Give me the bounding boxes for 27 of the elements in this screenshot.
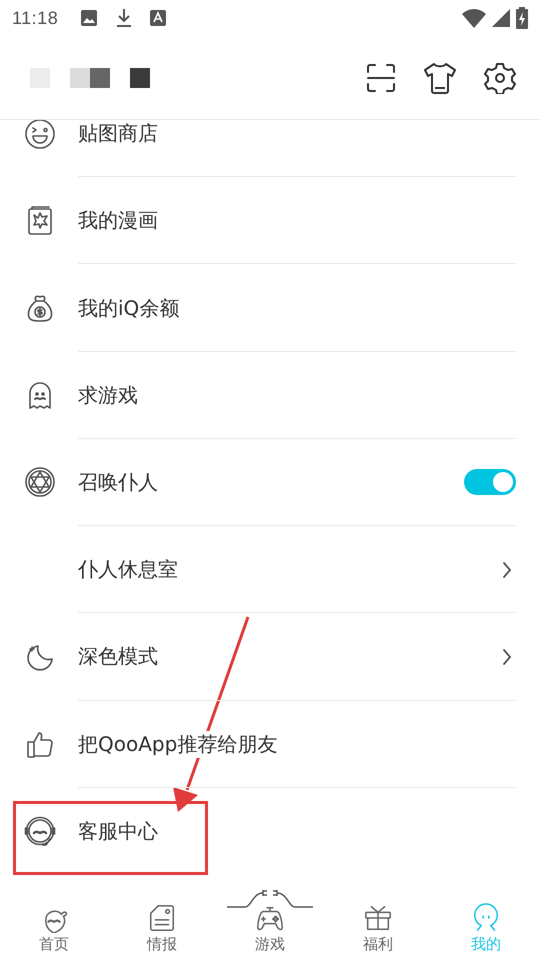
hexagram-icon	[24, 466, 56, 498]
clock-time: 11:18	[12, 8, 58, 28]
nav-tab[interactable]: 首页	[39, 903, 69, 954]
chevron-right-icon	[502, 648, 512, 666]
t-shirt-icon[interactable]	[423, 62, 457, 94]
document-icon	[147, 903, 177, 933]
nav-tab[interactable]: 游戏	[254, 903, 286, 954]
plug-cord-icon	[227, 887, 313, 909]
image-icon	[80, 9, 98, 27]
headset-icon	[24, 815, 56, 848]
nav-tab[interactable]: 福利	[363, 903, 393, 954]
pixelated-name	[70, 68, 110, 88]
settings-icon[interactable]	[484, 62, 516, 94]
wifi-icon	[462, 8, 486, 28]
pixelated-name	[130, 68, 150, 88]
menu-item-label[interactable]: 把QooApp推荐给朋友	[78, 730, 278, 758]
gift-icon	[363, 903, 393, 933]
font-icon	[150, 10, 166, 26]
smiley-icon	[24, 120, 56, 150]
signal-icon	[492, 9, 510, 27]
scan-icon[interactable]	[366, 62, 396, 92]
chevron-right-icon	[502, 560, 512, 579]
toggle-switch[interactable]	[464, 469, 516, 496]
download-icon	[116, 8, 132, 28]
nav-tab[interactable]: 情报	[147, 903, 177, 954]
battery-charging-icon	[516, 7, 528, 29]
ghost-face-icon	[471, 903, 501, 933]
